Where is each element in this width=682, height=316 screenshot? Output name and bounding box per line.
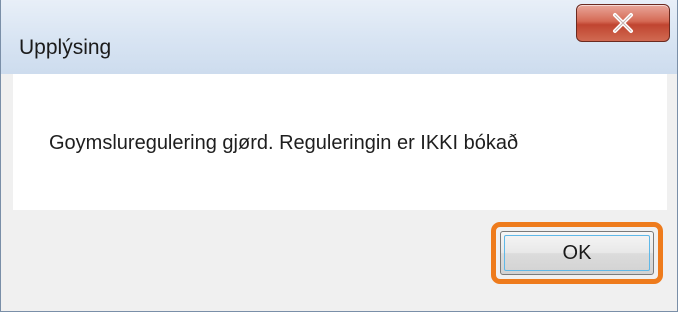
button-area: OK: [13, 210, 667, 300]
dialog-message: Goymsluregulering gjørd. Reguleringin er…: [49, 132, 519, 154]
close-icon: [613, 13, 633, 33]
message-area: Goymsluregulering gjørd. Reguleringin er…: [13, 74, 667, 210]
close-button[interactable]: [576, 4, 670, 42]
ok-button[interactable]: OK: [500, 231, 654, 275]
ok-button-label: OK: [562, 241, 592, 264]
dialog-title: Upplýsing: [19, 36, 112, 59]
info-dialog: Upplýsing Goymsluregulering gjørd. Regul…: [0, 0, 678, 312]
title-bar[interactable]: Upplýsing: [1, 0, 677, 74]
